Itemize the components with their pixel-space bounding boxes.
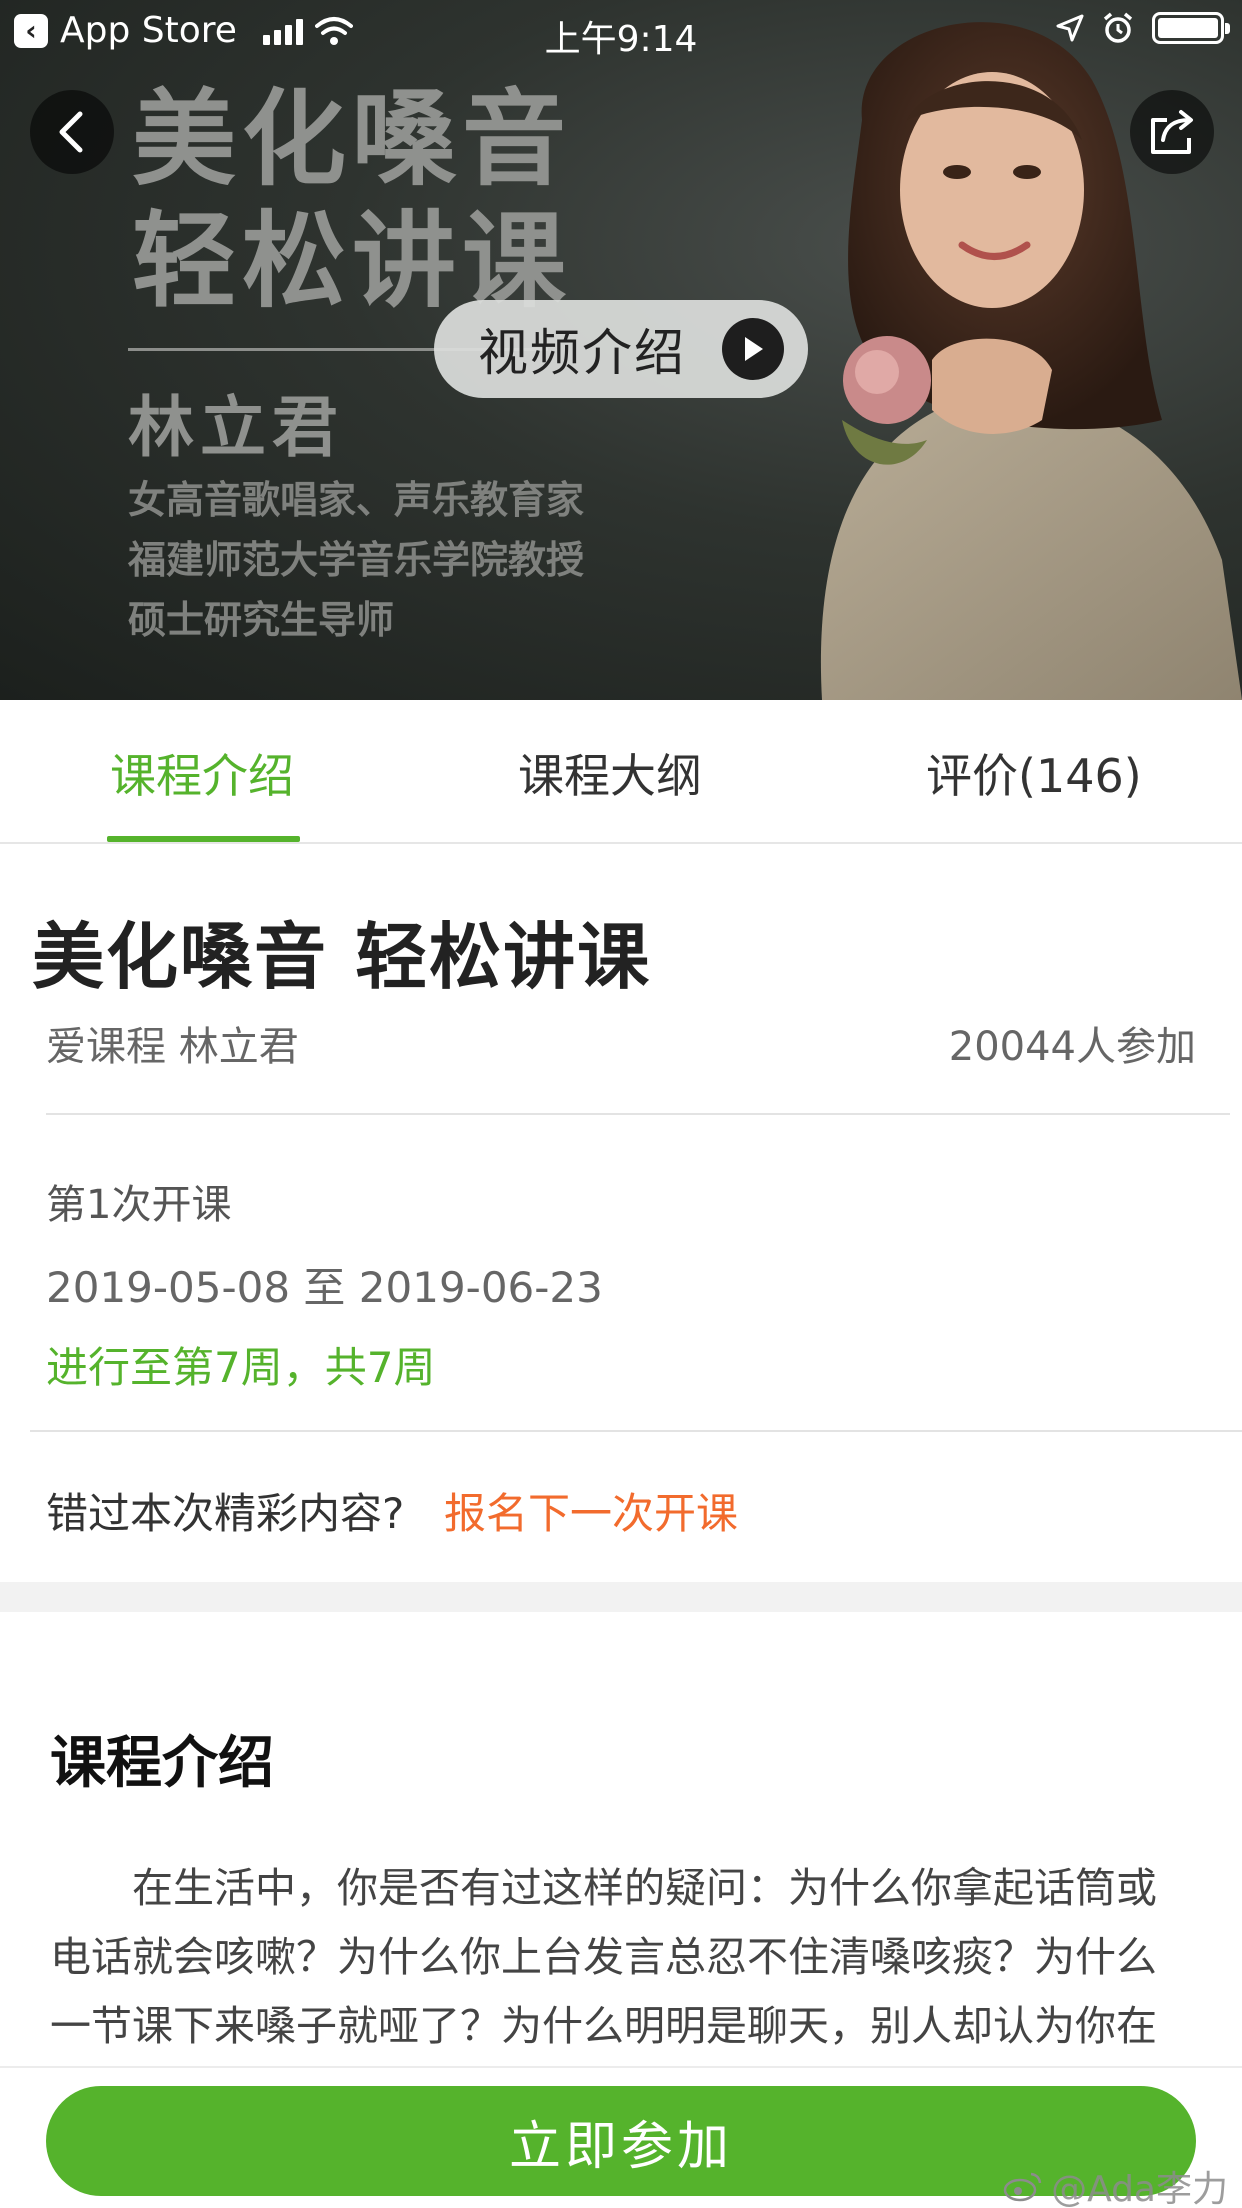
session-label: 第1次开课 bbox=[46, 1182, 232, 1228]
chevron-left-icon bbox=[59, 111, 83, 153]
alarm-icon bbox=[1103, 12, 1133, 43]
intro-body-text: 在生活中，你是否有过这样的疑问：为什么你拿起话筒或电话就会咳嗽？为什么你上台发言… bbox=[50, 1864, 1157, 2050]
enroll-next-session-link[interactable]: 报名下一次开课 bbox=[444, 1480, 738, 1541]
course-hero-banner: ‹ App Store 上午9:14 美化嗓音 轻松讲课 林立君 女高音歌唱家、… bbox=[0, 0, 1242, 700]
section-separator bbox=[0, 1582, 1242, 1612]
poster-desc-line2: 福建师范大学音乐学院教授 bbox=[128, 538, 585, 582]
divider bbox=[30, 1430, 1242, 1432]
battery-icon bbox=[1152, 12, 1230, 44]
back-button[interactable] bbox=[30, 90, 114, 174]
poster-desc-line3: 硕士研究生导师 bbox=[128, 598, 395, 642]
location-arrow-icon bbox=[1056, 14, 1084, 42]
poster-teacher-name: 林立君 bbox=[128, 389, 344, 466]
play-icon bbox=[722, 318, 784, 380]
poster-title: 美化嗓音 轻松讲课 bbox=[132, 78, 652, 322]
watermark: @Ada李力 bbox=[1003, 2160, 1228, 2208]
course-title: 美化嗓音 轻松讲课 bbox=[32, 915, 652, 999]
intro-heading: 课程介绍 bbox=[50, 1731, 274, 1796]
status-bar: ‹ App Store 上午9:14 bbox=[0, 0, 1242, 62]
poster-teacher-description: 女高音歌唱家、声乐教育家 福建师范大学音乐学院教授 硕士研究生导师 bbox=[128, 470, 584, 650]
video-intro-button[interactable]: 视频介绍 bbox=[434, 300, 808, 398]
share-button[interactable] bbox=[1130, 90, 1214, 174]
weibo-icon bbox=[1003, 2172, 1042, 2202]
active-tab-indicator bbox=[107, 836, 300, 842]
course-provider-teacher: 爱课程 林立君 bbox=[46, 1024, 299, 1070]
tab-reviews[interactable]: 评价(146) bbox=[926, 740, 1142, 806]
tab-course-intro[interactable]: 课程介绍 bbox=[110, 740, 294, 806]
missed-session-label: 错过本次精彩内容? bbox=[46, 1489, 405, 1538]
divider bbox=[46, 1113, 1230, 1115]
session-dates: 2019-05-08 至 2019-06-23 bbox=[46, 1263, 603, 1312]
poster-title-line1: 美化嗓音 bbox=[132, 77, 573, 200]
poster-desc-line1: 女高音歌唱家、声乐教育家 bbox=[128, 478, 585, 522]
participant-count: 20044人参加 bbox=[948, 1024, 1196, 1070]
course-tabs: 课程介绍 课程大纲 评价(146) bbox=[0, 700, 1242, 844]
session-progress: 进行至第7周，共7周 bbox=[46, 1343, 436, 1392]
share-icon bbox=[1151, 110, 1193, 154]
tab-course-outline[interactable]: 课程大纲 bbox=[518, 740, 702, 806]
watermark-text: @Ada李力 bbox=[1051, 2169, 1228, 2208]
video-intro-label: 视频介绍 bbox=[478, 324, 686, 382]
